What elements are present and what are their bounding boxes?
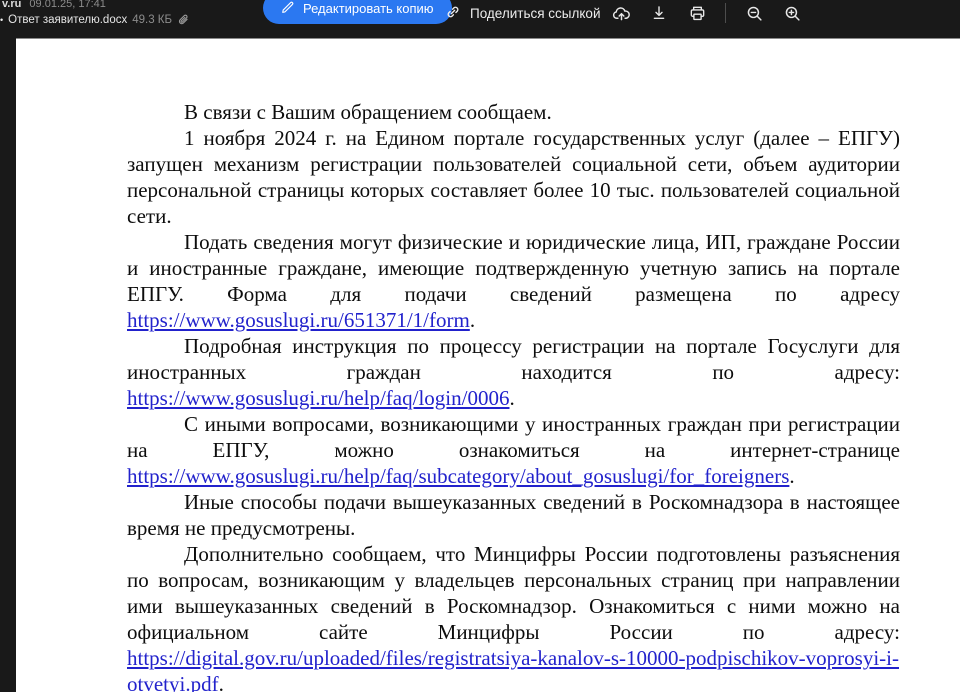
zoom-in-icon[interactable] — [780, 1, 804, 25]
share-link-label: Поделиться ссылкой — [470, 6, 601, 21]
print-icon[interactable] — [685, 1, 709, 25]
toolbar-actions — [602, 0, 811, 26]
text-run: 1 ноября 2024 г. на Едином портале госуд… — [127, 126, 900, 228]
text-run: Дополнительно сообщаем, что Минцифры Рос… — [127, 542, 900, 644]
text-run: Иные способы подачи вышеуказанных сведен… — [127, 490, 900, 540]
edit-copy-label: Редактировать копию — [303, 1, 434, 16]
paragraph: С иными вопросами, возникающими у иностр… — [127, 411, 900, 489]
text-run: . — [470, 308, 475, 332]
attachment-filename: Ответ заявителю.docx — [8, 14, 127, 26]
text-run: Подробная инструкция по процессу регистр… — [127, 334, 900, 384]
hyperlink[interactable]: https://www.gosuslugi.ru/651371/1/form — [127, 308, 470, 332]
toolbar-divider — [725, 3, 726, 23]
text-run: . — [219, 672, 224, 692]
hyperlink[interactable]: https://www.gosuslugi.ru/help/faq/subcat… — [127, 464, 789, 488]
hyperlink[interactable]: https://www.gosuslugi.ru/help/faq/login/… — [127, 386, 509, 410]
attachment-info[interactable]: • Ответ заявителю.docx 49.3 КБ — [0, 13, 191, 27]
document-page: № 02-11-55516-ЗИ/ПМ-2024 В связи с Вашим… — [16, 38, 960, 692]
text-run: Подать сведения могут физические и юриди… — [127, 230, 900, 306]
paragraph: Дополнительно сообщаем, что Минцифры Рос… — [127, 541, 900, 692]
text-run: . — [789, 464, 794, 488]
attachment-filesize: 49.3 КБ — [132, 14, 172, 26]
paragraph: Иные способы подачи вышеуказанных сведен… — [127, 489, 900, 541]
text-run: В связи с Вашим обращением сообщаем. — [184, 100, 552, 124]
pencil-icon — [281, 0, 295, 17]
share-link-button[interactable]: Поделиться ссылкой — [445, 1, 601, 25]
paragraph: Подробная инструкция по процессу регистр… — [127, 333, 900, 411]
paragraph: Подать сведения могут физические и юриди… — [127, 229, 900, 333]
text-run: С иными вопросами, возникающими у иностр… — [127, 412, 900, 462]
message-meta: v.ru 09.01.25, 17:41 — [2, 0, 106, 10]
sender-label: v.ru — [2, 0, 21, 10]
zoom-out-icon[interactable] — [742, 1, 766, 25]
cloud-upload-icon[interactable] — [609, 1, 633, 25]
paragraph: 1 ноября 2024 г. на Едином портале госуд… — [127, 125, 900, 229]
preview-toolbar: v.ru 09.01.25, 17:41 • Ответ заявителю.d… — [0, 0, 960, 38]
message-timestamp: 09.01.25, 17:41 — [29, 0, 105, 10]
clipped-reference-line: № 02-11-55516-ЗИ/ПМ-2024 — [16, 39, 960, 44]
download-icon[interactable] — [647, 1, 671, 25]
edit-copy-button[interactable]: Редактировать копию — [263, 0, 452, 24]
text-run: . — [509, 386, 514, 410]
paperclip-icon — [177, 13, 191, 27]
unread-dot: • — [0, 16, 3, 25]
paragraph: В связи с Вашим обращением сообщаем. — [127, 99, 900, 125]
document-body: В связи с Вашим обращением сообщаем.1 но… — [127, 99, 900, 692]
hyperlink[interactable]: https://digital.gov.ru/uploaded/files/re… — [127, 646, 899, 692]
link-icon — [445, 4, 461, 23]
